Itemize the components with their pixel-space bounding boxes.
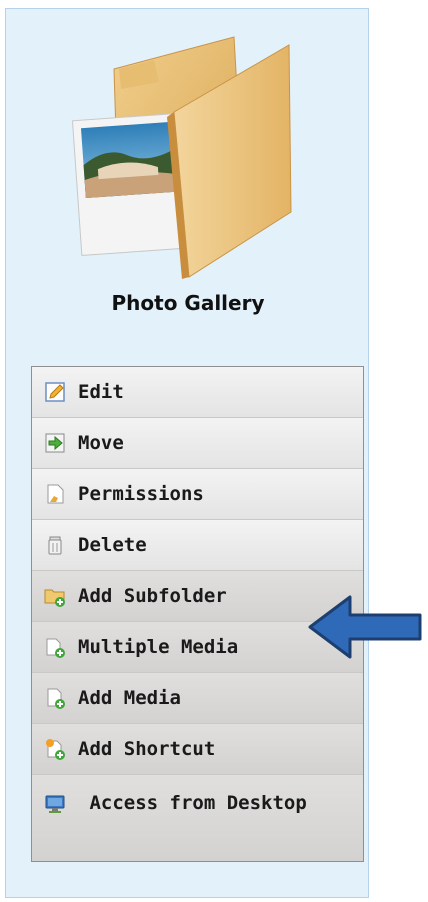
pointer-arrow-icon [308,595,422,659]
permissions-label: Permissions [78,483,204,505]
add-document-icon [47,688,65,709]
trash-icon [48,536,62,555]
move-button[interactable]: Move [32,418,363,469]
photo-folder-icon [59,27,309,289]
edit-icon [45,382,65,402]
access-from-desktop-button[interactable]: Access from Desktop [32,775,363,861]
add-media-label: Add Media [78,687,181,709]
move-label: Move [78,432,124,454]
edit-label: Edit [78,381,124,403]
edit-button[interactable]: Edit [32,367,363,418]
add-media-button[interactable]: Add Media [32,673,363,724]
add-shortcut-button[interactable]: Add Shortcut [32,724,363,775]
permissions-icon [47,484,64,504]
page-title: Photo Gallery [111,291,265,315]
add-shortcut-label: Add Shortcut [78,738,216,760]
move-icon [45,433,65,453]
side-panel: Photo Gallery Edit Move Permissions Dele… [5,8,369,898]
add-media-icon [46,638,65,658]
permissions-button[interactable]: Permissions [32,469,363,520]
add-shortcut-icon [46,739,65,760]
multiple-media-label: Multiple Media [78,636,239,658]
add-subfolder-label: Add Subfolder [78,585,227,607]
access-from-desktop-label: Access from Desktop [89,792,307,814]
delete-button[interactable]: Delete [32,520,363,571]
delete-label: Delete [78,534,147,556]
desktop-icon [45,795,65,813]
add-folder-icon [44,589,65,607]
